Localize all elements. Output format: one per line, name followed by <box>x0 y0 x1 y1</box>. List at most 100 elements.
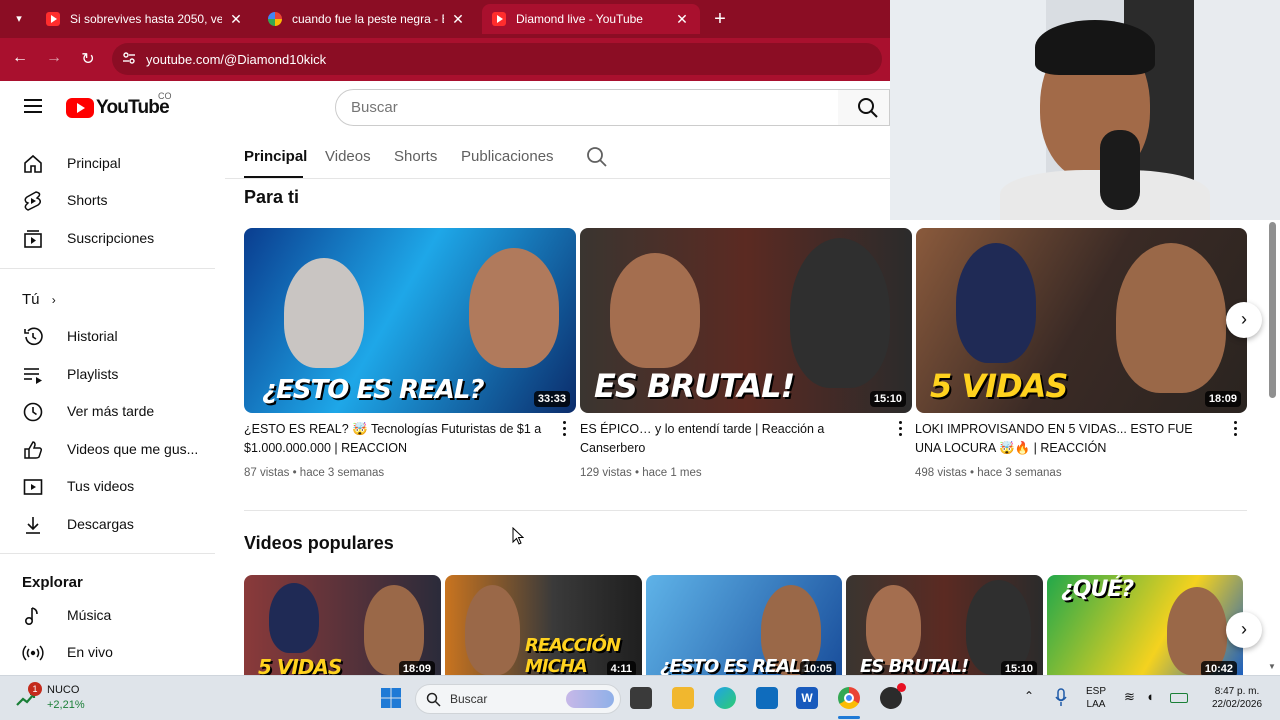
video-thumbnail[interactable]: 5 VIDAS 18:09 <box>244 575 441 675</box>
thumbs-up-icon <box>24 441 43 459</box>
playlists-icon <box>24 368 42 384</box>
video-thumbnail[interactable]: ES BRUTAL! 15:10 <box>580 228 912 413</box>
language-code: ESP <box>1086 686 1107 697</box>
site-settings-icon[interactable] <box>122 51 136 65</box>
more-options-icon[interactable] <box>1234 421 1238 437</box>
search-input[interactable]: Buscar <box>335 89 839 126</box>
forward-arrow-icon[interactable]: → <box>44 49 64 67</box>
thumbnail-caption: ¿ESTO ES REAL? <box>660 656 810 675</box>
browser-tab-1[interactable]: Si sobrevives hasta 2050, verás ✕ <box>36 4 254 34</box>
video-thumbnail[interactable]: REACCIÓN MICHA 4:11 <box>445 575 642 675</box>
tab-publicaciones[interactable]: Publicaciones <box>461 148 554 165</box>
close-tab-icon[interactable]: ✕ <box>674 11 690 28</box>
shorts-icon <box>24 191 42 211</box>
microsoft-store-icon[interactable] <box>756 687 778 709</box>
scroll-down-arrow-icon[interactable]: ▼ <box>1268 662 1276 671</box>
microphone-tray-icon[interactable] <box>1054 688 1068 708</box>
sidebar-item-descargas[interactable]: Descargas <box>0 505 215 543</box>
tab-principal[interactable]: Principal <box>244 148 307 165</box>
home-icon <box>24 154 42 173</box>
live-icon <box>22 645 44 661</box>
more-options-icon[interactable] <box>563 421 567 437</box>
volume-icon[interactable]: ◖ <box>1146 690 1154 703</box>
edge-browser-icon[interactable] <box>714 687 736 709</box>
tab-videos[interactable]: Videos <box>325 148 371 165</box>
clock-date[interactable]: 8:47 p. m. 22/02/2026 <box>1202 685 1272 711</box>
sidebar-item-tus-videos[interactable]: Tus videos <box>0 467 215 505</box>
word-icon[interactable]: W <box>796 687 818 709</box>
sidebar-you-heading[interactable]: Tú › <box>22 291 56 308</box>
tab-search-menu-icon[interactable]: ▾ <box>8 8 30 30</box>
browser-tab-3-active[interactable]: Diamond live - YouTube ✕ <box>482 4 700 34</box>
clock-time: 8:47 p. m. <box>1214 686 1260 697</box>
video-title[interactable]: ES ÉPICO… y lo entendí tarde | Reacción … <box>580 420 885 458</box>
sidebar-explore-heading: Explorar <box>22 574 83 591</box>
sidebar-item-historial[interactable]: Historial <box>0 317 215 355</box>
more-options-icon[interactable] <box>899 421 903 437</box>
your-videos-icon <box>23 479 43 495</box>
video-meta: 498 vistas • hace 3 semanas <box>915 467 1062 479</box>
tabs-divider <box>225 178 890 179</box>
close-tab-icon[interactable]: ✕ <box>228 11 244 28</box>
taskbar-search-input[interactable]: Buscar <box>415 684 621 714</box>
sidebar-item-en-vivo[interactable]: En vivo <box>0 633 215 671</box>
video-duration: 15:10 <box>869 391 906 407</box>
youtube-icon <box>46 12 60 26</box>
video-thumbnail[interactable]: ES BRUTAL! 15:10 <box>846 575 1043 675</box>
sidebar-item-principal[interactable]: Principal <box>0 144 215 182</box>
search-button[interactable] <box>838 89 890 126</box>
channel-search-icon[interactable] <box>586 146 608 168</box>
browser-tab-strip: ▾ Si sobrevives hasta 2050, verás ✕ cuan… <box>0 0 890 38</box>
browser-tab-2[interactable]: cuando fue la peste negra - Bus ✕ <box>258 4 476 34</box>
sidebar-item-musica[interactable]: Música <box>0 596 215 634</box>
carousel-next-arrow-icon[interactable]: › <box>1226 612 1262 648</box>
file-explorer-icon[interactable] <box>672 687 694 709</box>
video-duration: 10:05 <box>799 661 836 675</box>
section-title-videos-populares: Videos populares <box>244 533 394 553</box>
video-thumbnail[interactable]: 5 VIDAS 18:09 <box>916 228 1247 413</box>
carousel-next-arrow-icon[interactable]: › <box>1226 302 1262 338</box>
back-arrow-icon[interactable]: ← <box>10 49 30 67</box>
sidebar-divider <box>0 553 215 554</box>
battery-icon[interactable] <box>1170 693 1188 703</box>
tab-shorts[interactable]: Shorts <box>394 148 437 165</box>
address-bar[interactable]: youtube.com/@Diamond10kick <box>112 43 882 75</box>
sidebar-item-ver-mas-tarde[interactable]: Ver más tarde <box>0 392 215 430</box>
obs-recorder-icon[interactable] <box>880 683 906 709</box>
sidebar-item-suscripciones[interactable]: Suscripciones <box>0 219 215 257</box>
tray-chevron-up-icon[interactable]: ⌃ <box>1024 690 1034 703</box>
google-icon <box>268 12 282 26</box>
sidebar-item-shorts[interactable]: Shorts <box>0 181 215 219</box>
menu-hamburger-icon[interactable] <box>24 99 42 113</box>
sidebar-item-liked-videos[interactable]: Videos que me gus... <box>0 430 215 468</box>
notification-badge: 1 <box>28 682 42 696</box>
youtube-logo[interactable]: YouTube CO <box>66 91 172 119</box>
chrome-icon[interactable] <box>838 687 860 709</box>
thumbnail-caption: ¿ESTO ES REAL? <box>262 375 485 405</box>
sidebar-label: Suscripciones <box>67 230 155 246</box>
thumbnail-person <box>465 585 520 675</box>
sidebar-label: Principal <box>67 155 121 171</box>
close-tab-icon[interactable]: ✕ <box>450 11 466 28</box>
video-thumbnail[interactable]: ¿ESTO ES REAL? 10:05 <box>646 575 842 675</box>
thumbnail-person <box>1116 243 1226 393</box>
thumbnail-caption: 5 VIDAS <box>258 655 342 675</box>
video-thumbnail[interactable]: ¿ESTO ES REAL? 33:33 <box>244 228 576 413</box>
task-view-icon[interactable] <box>630 687 652 709</box>
sidebar-item-playlists[interactable]: Playlists <box>0 355 215 393</box>
video-thumbnail[interactable]: ¿QUÉ? 10:42 <box>1047 575 1243 675</box>
video-meta: 87 vistas • hace 3 semanas <box>244 467 385 479</box>
thumbnail-person <box>790 238 890 388</box>
reload-icon[interactable]: ↻ <box>78 49 98 69</box>
wifi-icon[interactable]: ≋ <box>1124 690 1135 703</box>
chevron-right-icon: › <box>51 293 56 307</box>
keyboard-language[interactable]: ESP LAA <box>1086 685 1106 711</box>
sidebar-label: Descargas <box>67 516 134 532</box>
windows-start-icon[interactable] <box>380 687 402 709</box>
video-title[interactable]: LOKI IMPROVISANDO EN 5 VIDAS... ESTO FUE… <box>915 420 1220 458</box>
new-tab-plus-icon[interactable]: + <box>710 8 730 30</box>
video-title[interactable]: ¿ESTO ES REAL? 🤯 Tecnologías Futuristas … <box>244 420 549 458</box>
clock-icon <box>23 402 43 422</box>
youtube-play-logo-icon <box>66 98 94 118</box>
page-scrollbar-thumb[interactable] <box>1269 222 1276 398</box>
